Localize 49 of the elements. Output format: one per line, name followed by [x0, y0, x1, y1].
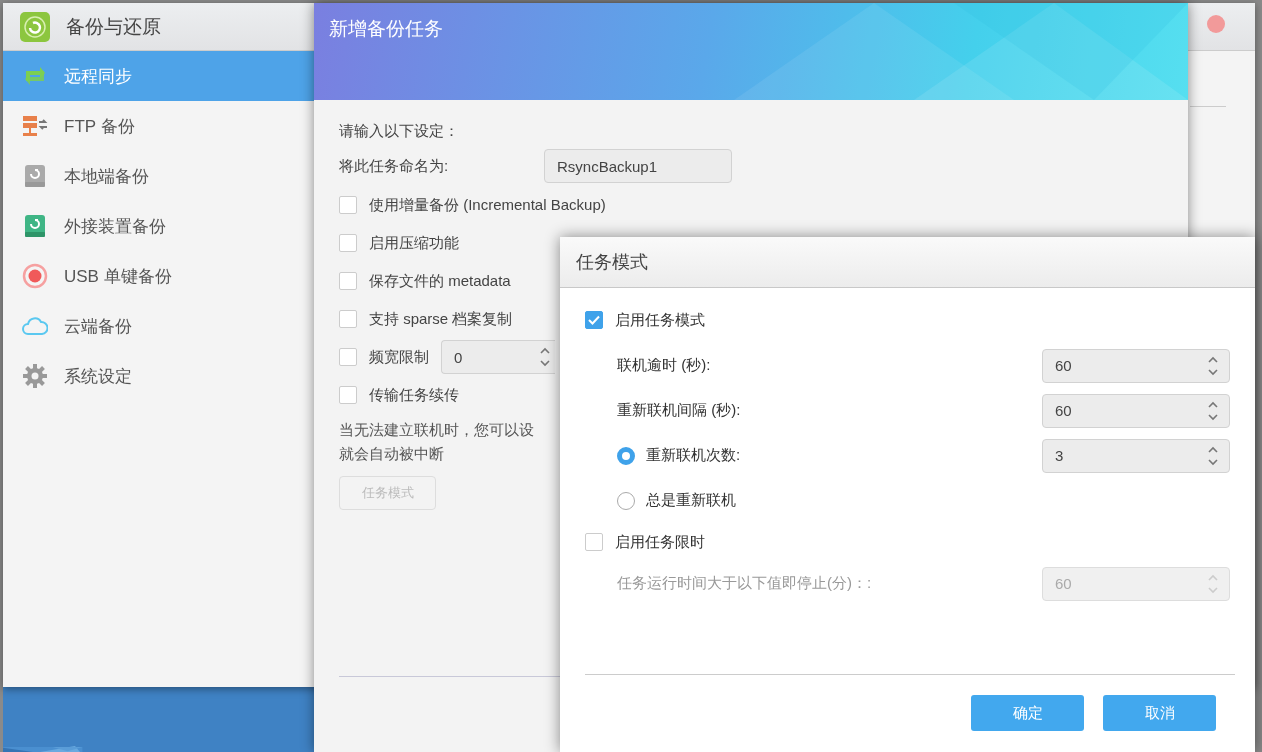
option-label: 保存文件的 metadata [369, 271, 511, 291]
number-field[interactable]: 60 [1042, 393, 1230, 428]
option-label: 总是重新联机 [646, 491, 736, 508]
field-label: 联机逾时 (秒): [617, 356, 711, 373]
option-label: 传输任务续传 [369, 385, 459, 405]
drive-icon [22, 163, 48, 189]
app-title: 备份与还原 [66, 14, 161, 39]
sidebar-item[interactable]: 系统设定 [3, 351, 314, 401]
drive-icon [22, 213, 48, 239]
checkbox[interactable] [339, 348, 357, 366]
number-field[interactable]: 0 [441, 340, 555, 374]
record-icon [22, 263, 48, 289]
field-label: 将此任务命名为: [339, 156, 450, 176]
checkbox[interactable] [339, 196, 357, 214]
sidebar-item[interactable]: USB 单键备份 [3, 251, 314, 301]
checkbox[interactable] [585, 533, 603, 551]
number-field[interactable]: 3 [1042, 438, 1230, 473]
number-field[interactable]: 60 [1042, 348, 1230, 383]
checkbox[interactable] [339, 234, 357, 252]
app-logo-icon [20, 11, 50, 42]
option-label: 启用任务模式 [615, 310, 705, 330]
field-label: 任务运行时间大于以下值即停止(分)：: [617, 574, 872, 591]
server-icon [22, 113, 48, 139]
intro-text: 请输入以下设定： [339, 122, 459, 141]
sidebar-item[interactable]: 外接装置备份 [3, 201, 314, 251]
spin-arrows-icon[interactable] [539, 345, 551, 369]
settings-icon [22, 363, 48, 389]
option-label: 频宽限制 [369, 347, 429, 367]
option-label: 启用压缩功能 [369, 233, 459, 253]
field-label: 重新联机间隔 (秒): [617, 401, 741, 418]
dialog-title: 任务模式 [576, 251, 648, 274]
checkbox[interactable] [339, 310, 357, 328]
close-button[interactable] [1207, 15, 1225, 33]
sidebar-item[interactable]: FTP 备份 [3, 101, 314, 151]
checkbox[interactable] [339, 386, 357, 404]
dialog-title: 新增备份任务 [329, 17, 443, 41]
option-label: 重新联机次数: [646, 446, 741, 463]
sidebar-item[interactable]: 本地端备份 [3, 151, 314, 201]
name-field[interactable]: RsyncBackup1 [544, 149, 732, 183]
option-label: 支持 sparse 档案复制 [369, 309, 513, 329]
checkbox[interactable] [339, 272, 357, 290]
option-label: 使用增量备份 (Incremental Backup) [369, 195, 606, 215]
option-label: 启用任务限时 [615, 532, 705, 552]
note-text: 当无法建立联机时，您可以设 [339, 420, 534, 440]
note-text: 就会自动被中断 [339, 444, 444, 464]
checkbox[interactable] [585, 311, 603, 329]
radio-button[interactable] [617, 491, 635, 510]
radio-button[interactable] [617, 446, 635, 465]
sidebar-item[interactable]: 云端备份 [3, 301, 314, 351]
